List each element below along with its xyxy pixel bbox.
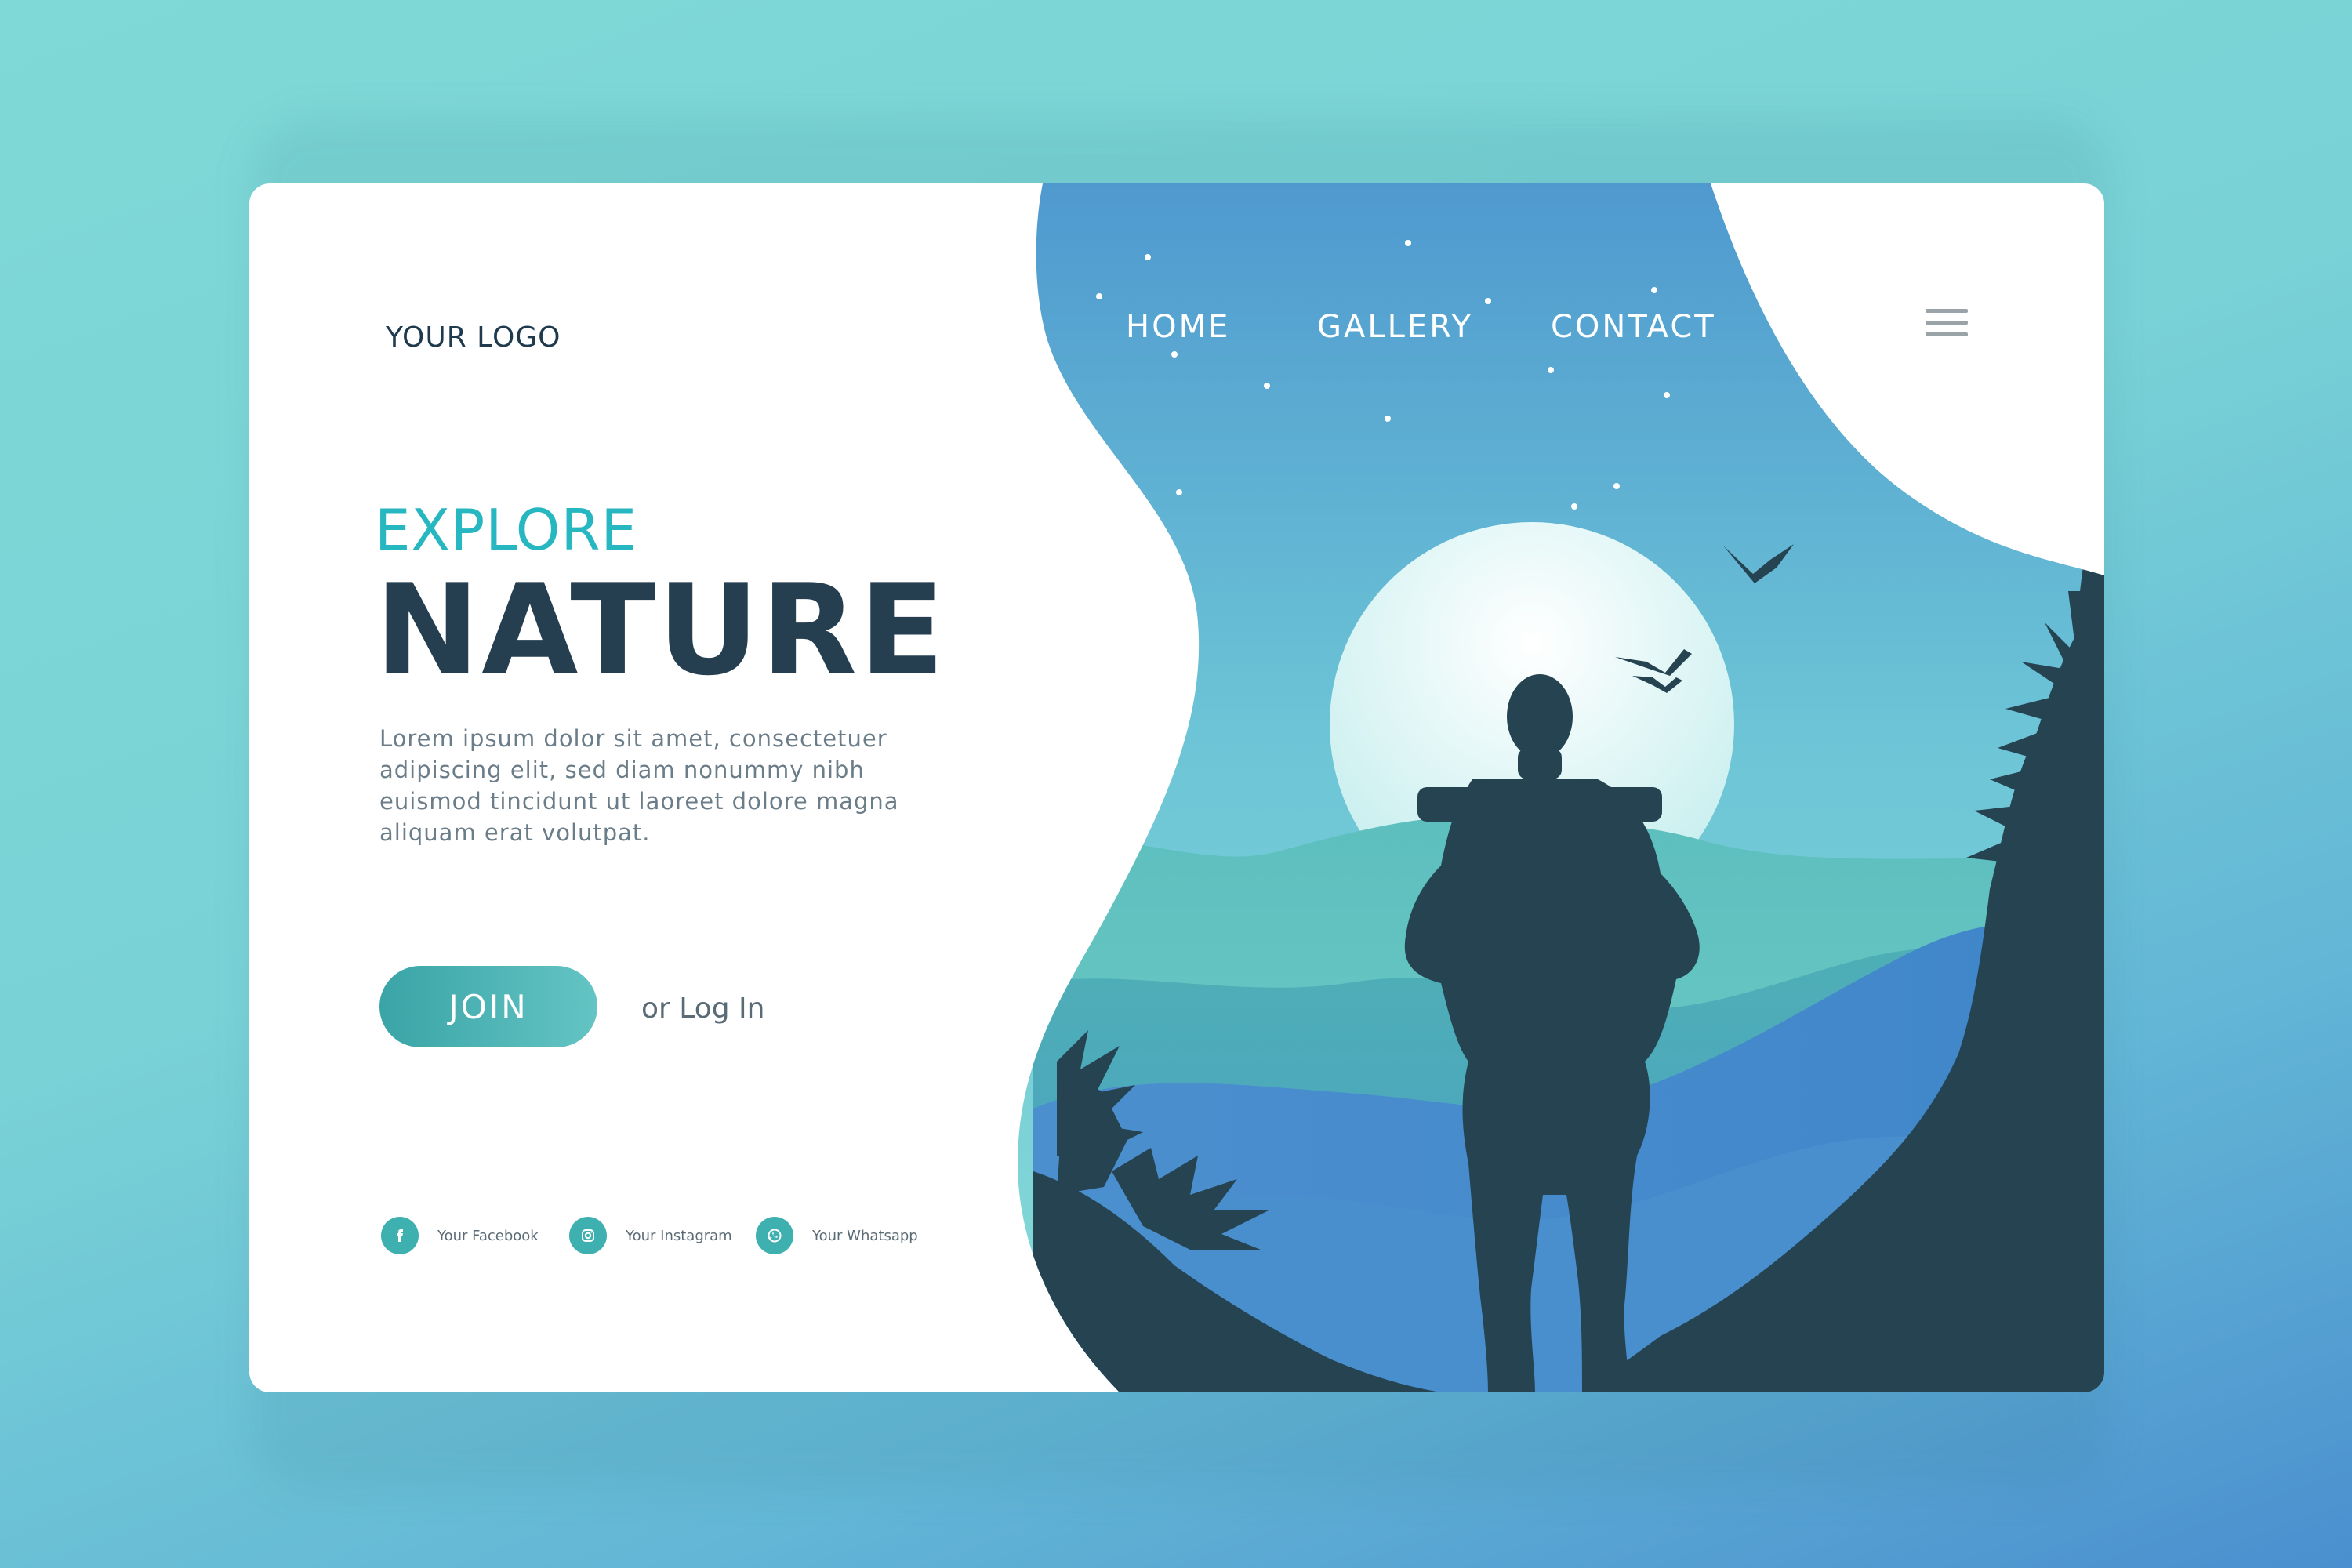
nav-contact[interactable]: CONTACT xyxy=(1551,309,1716,345)
hamburger-menu-icon[interactable] xyxy=(1926,309,1968,340)
social-facebook[interactable]: Your Facebook xyxy=(381,1217,539,1254)
social-label: Your Facebook xyxy=(437,1227,539,1244)
logo[interactable]: YOUR LOGO xyxy=(386,321,561,354)
instagram-icon xyxy=(569,1217,607,1254)
nav-home[interactable]: HOME xyxy=(1126,309,1230,345)
social-label: Your Whatsapp xyxy=(812,1227,918,1244)
facebook-icon xyxy=(381,1217,419,1254)
social-whatsapp[interactable]: Your Whatsapp xyxy=(756,1217,918,1254)
hero-description: Lorem ipsum dolor sit amet, consectetuer… xyxy=(379,725,899,846)
nav-gallery[interactable]: GALLERY xyxy=(1317,309,1473,345)
social-instagram[interactable]: Your Instagram xyxy=(569,1217,732,1254)
hero-title: NATURE xyxy=(375,557,946,703)
join-button[interactable]: JOIN xyxy=(379,966,597,1047)
landing-card: YOUR LOGO HOME GALLERY CONTACT EXPLORE N… xyxy=(249,183,2104,1392)
hero-eyebrow: EXPLORE xyxy=(375,497,637,563)
whatsapp-icon xyxy=(756,1217,793,1254)
social-label: Your Instagram xyxy=(626,1227,732,1244)
login-link[interactable]: or Log In xyxy=(641,993,764,1025)
